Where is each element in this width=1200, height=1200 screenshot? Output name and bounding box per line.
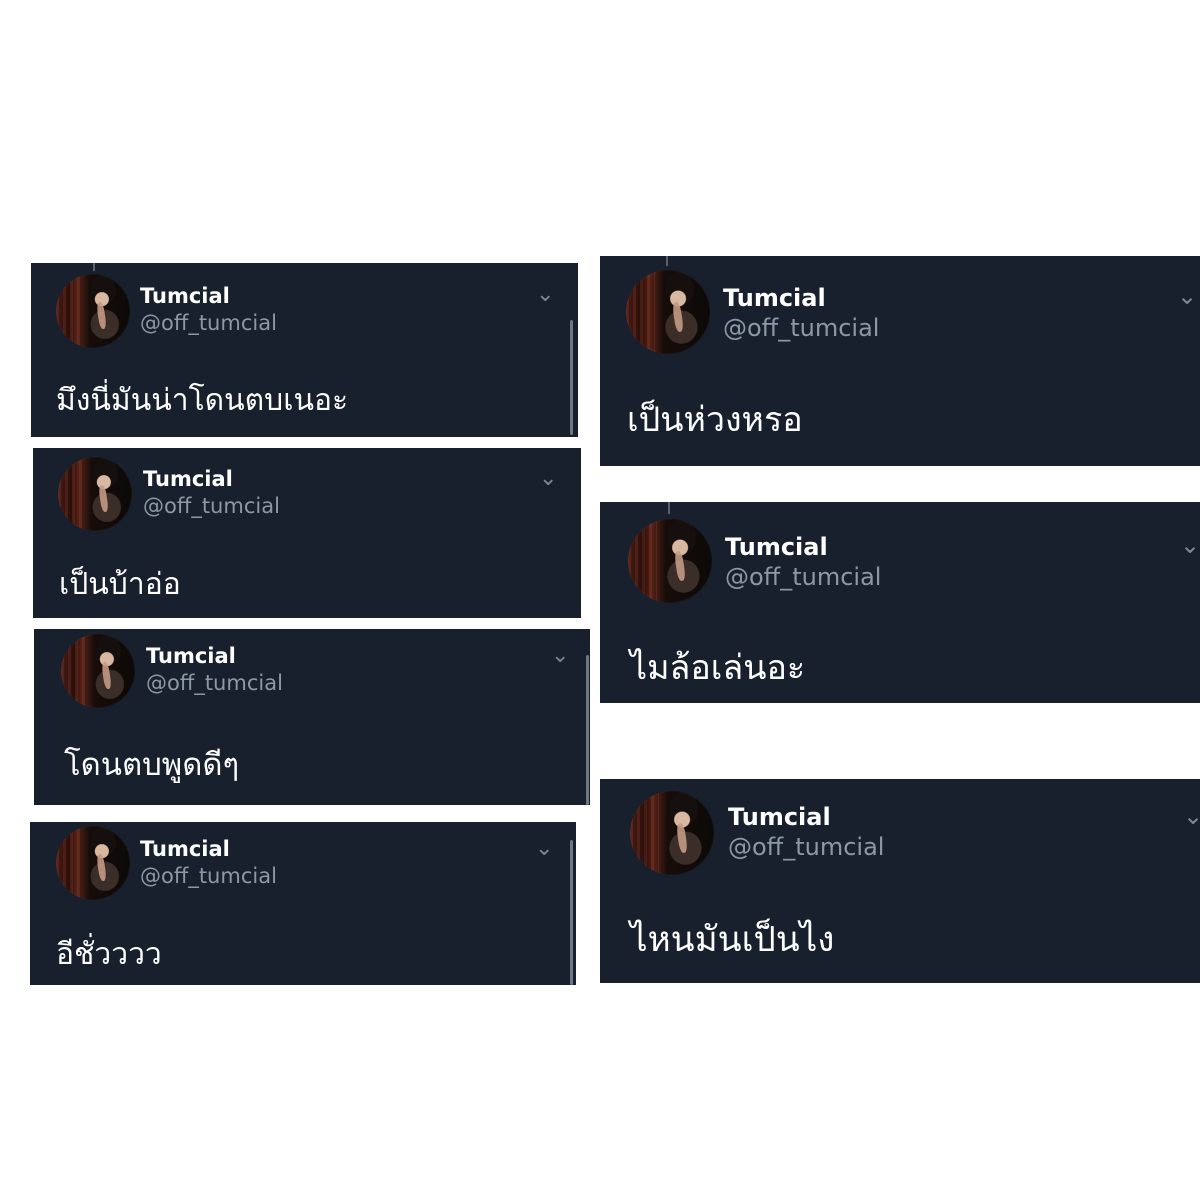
- scrollbar[interactable]: [586, 655, 589, 805]
- avatar[interactable]: [626, 270, 710, 354]
- display-name[interactable]: Tumcial: [140, 284, 230, 308]
- tweet-text: มึงนี่มันน่าโดนตบเนอะ: [56, 383, 349, 418]
- display-name[interactable]: Tumcial: [146, 644, 236, 668]
- chevron-down-icon[interactable]: ⌄: [539, 468, 557, 490]
- display-name[interactable]: Tumcial: [725, 533, 828, 561]
- display-name[interactable]: Tumcial: [143, 467, 233, 491]
- tweet-screenshot-collage: Tumcial @off_tumcial ⌄ มึงนี่มันน่าโดนตบ…: [0, 0, 1200, 1200]
- tweet-card-1: Tumcial @off_tumcial ⌄ มึงนี่มันน่าโดนตบ…: [31, 263, 578, 437]
- tweet-card-7: Tumcial @off_tumcial ⌄ ไหนมันเป็นไง: [600, 779, 1200, 983]
- tweet-card-4: Tumcial @off_tumcial ⌄ อีชั่วววว: [30, 822, 576, 985]
- avatar[interactable]: [58, 457, 132, 531]
- tweet-card-3: Tumcial @off_tumcial ⌄ โดนตบพูดดีๆ: [34, 629, 590, 805]
- thread-line: [668, 502, 670, 514]
- avatar[interactable]: [56, 826, 130, 900]
- username-handle[interactable]: @off_tumcial: [728, 833, 884, 861]
- display-name[interactable]: Tumcial: [723, 284, 826, 312]
- thread-line: [93, 263, 95, 271]
- tweet-text: ไมล้อเล่นอะ: [630, 648, 806, 688]
- thread-line: [666, 256, 668, 266]
- chevron-down-icon[interactable]: ⌄: [536, 284, 554, 306]
- chevron-down-icon[interactable]: ⌄: [551, 645, 569, 667]
- avatar[interactable]: [630, 791, 714, 875]
- tweet-card-6: Tumcial @off_tumcial ⌄ ไมล้อเล่นอะ: [600, 502, 1200, 703]
- tweet-card-2: Tumcial @off_tumcial ⌄ เป็นบ้าอ่อ: [33, 448, 581, 618]
- tweet-text: เป็นบ้าอ่อ: [59, 567, 181, 602]
- scrollbar[interactable]: [570, 320, 573, 435]
- username-handle[interactable]: @off_tumcial: [140, 311, 277, 335]
- avatar[interactable]: [56, 274, 130, 348]
- chevron-down-icon[interactable]: ⌄: [1180, 533, 1200, 557]
- display-name[interactable]: Tumcial: [140, 837, 230, 861]
- display-name[interactable]: Tumcial: [728, 803, 831, 831]
- username-handle[interactable]: @off_tumcial: [143, 494, 280, 518]
- avatar[interactable]: [61, 634, 135, 708]
- scrollbar[interactable]: [570, 840, 573, 985]
- avatar[interactable]: [628, 519, 712, 603]
- tweet-text: โดนตบพูดดีๆ: [64, 747, 240, 783]
- tweet-text: ไหนมันเป็นไง: [630, 920, 835, 960]
- chevron-down-icon[interactable]: ⌄: [535, 838, 553, 860]
- username-handle[interactable]: @off_tumcial: [140, 864, 277, 888]
- chevron-down-icon[interactable]: ⌄: [1183, 804, 1200, 828]
- tweet-card-5: Tumcial @off_tumcial ⌄ เป็นห่วงหรอ: [600, 256, 1200, 466]
- username-handle[interactable]: @off_tumcial: [725, 563, 881, 591]
- tweet-text: อีชั่วววว: [56, 937, 162, 972]
- tweet-text: เป็นห่วงหรอ: [627, 400, 803, 440]
- username-handle[interactable]: @off_tumcial: [146, 671, 283, 695]
- chevron-down-icon[interactable]: ⌄: [1177, 284, 1197, 308]
- username-handle[interactable]: @off_tumcial: [723, 314, 879, 342]
